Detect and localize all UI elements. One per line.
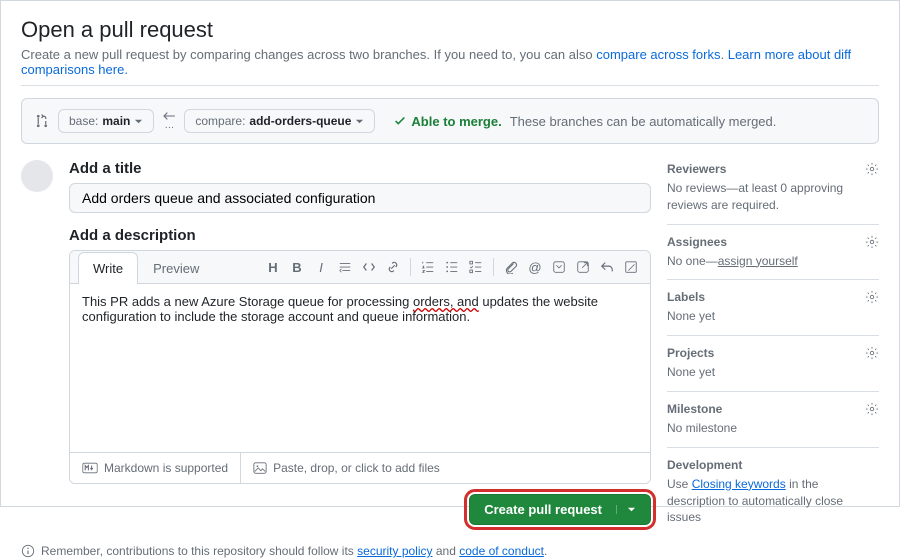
development-heading: Development	[667, 458, 742, 472]
reviewers-heading: Reviewers	[667, 162, 726, 176]
create-pull-request-button[interactable]: Create pull request	[469, 494, 651, 525]
description-editor: Write Preview H B I	[69, 250, 651, 484]
editor-tabs: Write Preview H B I	[70, 251, 650, 284]
attach-icon[interactable]	[500, 256, 522, 278]
assign-yourself-link[interactable]: assign yourself	[718, 254, 798, 268]
info-icon	[21, 544, 35, 558]
diff-icon[interactable]	[620, 256, 642, 278]
caret-down-icon[interactable]	[616, 505, 636, 514]
closing-keywords-link[interactable]: Closing keywords	[692, 477, 786, 491]
labels-heading: Labels	[667, 290, 705, 304]
pr-description-textarea[interactable]: This PR adds a new Azure Storage queue f…	[70, 284, 650, 452]
quote-icon[interactable]	[334, 256, 356, 278]
list-unordered-icon[interactable]	[441, 256, 463, 278]
compare-icon	[34, 113, 50, 129]
compare-forks-link[interactable]: compare across forks	[596, 47, 720, 62]
gear-icon[interactable]	[865, 162, 879, 176]
avatar	[21, 160, 53, 192]
markdown-icon	[82, 462, 98, 474]
merge-status-desc: These branches can be automatically merg…	[510, 114, 777, 129]
milestone-body: No milestone	[667, 420, 879, 437]
subtitle-text: Create a new pull request by comparing c…	[21, 47, 596, 62]
reviewers-body: No reviews—at least 0 approving reviews …	[667, 180, 879, 214]
contributing-footnote: Remember, contributions to this reposito…	[21, 544, 879, 558]
merge-status: Able to merge.	[393, 114, 501, 129]
projects-heading: Projects	[667, 346, 714, 360]
development-body: Use Closing keywords in the description …	[667, 476, 879, 526]
pr-title-input[interactable]	[69, 183, 651, 213]
attach-files-area[interactable]: Paste, drop, or click to add files	[241, 453, 650, 483]
editor-toolbar: H B I @	[262, 252, 642, 282]
cross-reference-icon[interactable]	[572, 256, 594, 278]
compare-branch-selector[interactable]: compare: add-orders-queue	[184, 109, 375, 133]
description-label: Add a description	[69, 227, 651, 244]
reply-icon[interactable]	[596, 256, 618, 278]
code-of-conduct-link[interactable]: code of conduct	[459, 544, 544, 558]
image-icon	[253, 461, 267, 475]
saved-reply-icon[interactable]	[548, 256, 570, 278]
base-branch-selector[interactable]: base: main	[58, 109, 154, 133]
caret-down-icon	[355, 117, 364, 126]
assignees-heading: Assignees	[667, 235, 727, 249]
gear-icon[interactable]	[865, 346, 879, 360]
tab-preview[interactable]: Preview	[138, 252, 214, 284]
tasklist-icon[interactable]	[465, 256, 487, 278]
gear-icon[interactable]	[865, 290, 879, 304]
labels-body: None yet	[667, 308, 879, 325]
gear-icon[interactable]	[865, 235, 879, 249]
projects-body: None yet	[667, 364, 879, 381]
page-subtitle: Create a new pull request by comparing c…	[21, 47, 879, 86]
arrow-left-icon: …	[162, 111, 176, 131]
list-ordered-icon[interactable]	[417, 256, 439, 278]
bold-icon[interactable]: B	[286, 256, 308, 278]
gear-icon[interactable]	[865, 402, 879, 416]
markdown-supported-link[interactable]: Markdown is supported	[70, 453, 241, 483]
security-policy-link[interactable]: security policy	[357, 544, 432, 558]
assignees-body: No one—assign yourself	[667, 253, 879, 270]
tab-write[interactable]: Write	[78, 252, 138, 284]
italic-icon[interactable]: I	[310, 256, 332, 278]
code-icon[interactable]	[358, 256, 380, 278]
page-title: Open a pull request	[21, 17, 879, 43]
compare-bar: base: main … compare: add-orders-queue A…	[21, 98, 879, 144]
mention-icon[interactable]: @	[524, 256, 546, 278]
check-icon	[393, 114, 407, 128]
milestone-heading: Milestone	[667, 402, 722, 416]
title-label: Add a title	[69, 160, 651, 177]
caret-down-icon	[134, 117, 143, 126]
heading-icon[interactable]: H	[262, 256, 284, 278]
link-icon[interactable]	[382, 256, 404, 278]
